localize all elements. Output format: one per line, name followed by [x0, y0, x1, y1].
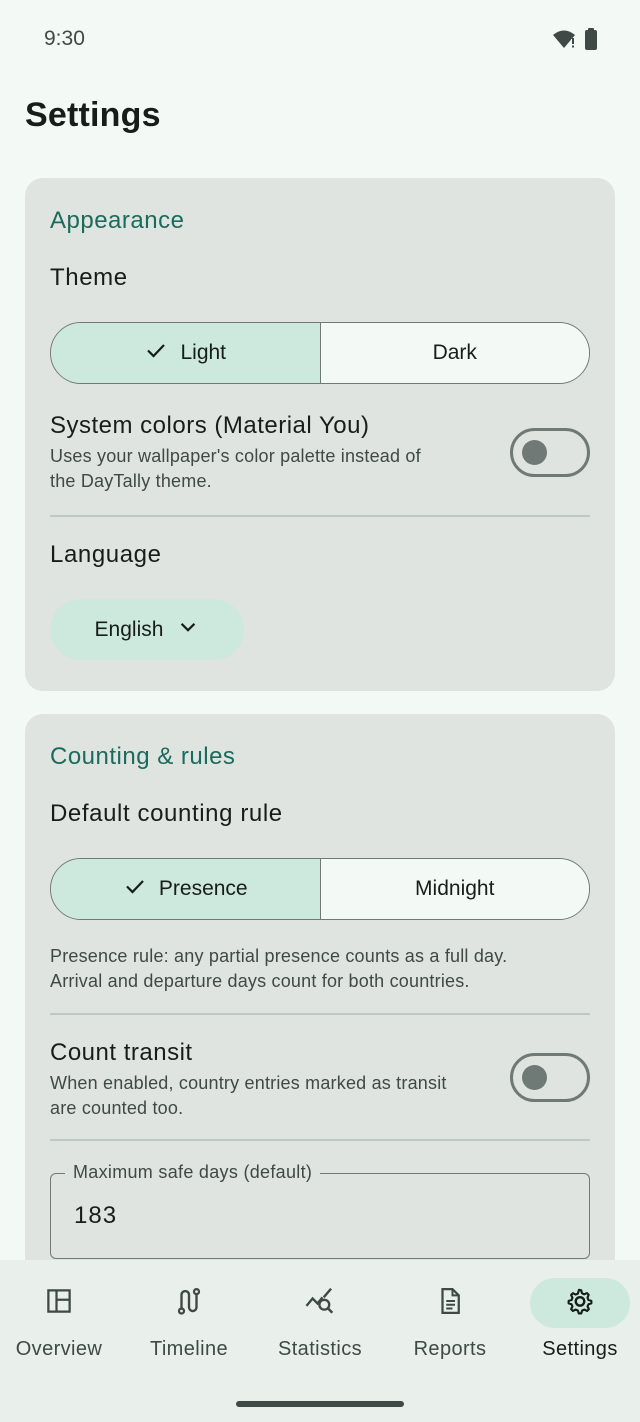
nav-settings[interactable]: Settings — [515, 1278, 640, 1378]
counting-card: Counting & rules Default counting rule P… — [25, 714, 615, 1334]
status-bar: 9:30 — [0, 0, 640, 78]
nav-overview[interactable]: Overview — [0, 1278, 124, 1378]
count-transit-toggle[interactable] — [510, 1053, 590, 1102]
rule-presence-option[interactable]: Presence — [51, 859, 321, 919]
counting-section-title: Counting & rules — [50, 743, 236, 770]
check-icon — [123, 874, 147, 904]
language-dropdown[interactable]: English — [50, 599, 244, 660]
nav-reports[interactable]: Reports — [385, 1278, 515, 1378]
route-icon — [174, 1286, 204, 1321]
appearance-section-title: Appearance — [50, 207, 185, 234]
rule-presence-label: Presence — [158, 877, 248, 900]
divider — [50, 1139, 590, 1141]
theme-light-label: Light — [180, 341, 227, 364]
nav-statistics[interactable]: Statistics — [255, 1278, 385, 1378]
count-transit-subtitle: When enabled, country entries marked as … — [50, 1073, 447, 1118]
count-transit-title: Count transit — [50, 1039, 193, 1066]
gear-icon — [565, 1286, 595, 1321]
check-icon — [144, 338, 168, 368]
counting-rule-segmented-control: Presence Midnight — [50, 858, 590, 920]
system-colors-subtitle: Uses your wallpaper's color palette inst… — [50, 446, 421, 491]
system-colors-title: System colors (Material You) — [50, 412, 370, 439]
rule-midnight-label: Midnight — [415, 877, 495, 900]
theme-dark-label: Dark — [432, 341, 477, 364]
nav-timeline[interactable]: Timeline — [124, 1278, 254, 1378]
rule-description: Presence rule: any partial presence coun… — [50, 946, 508, 991]
theme-dark-option[interactable]: Dark — [320, 323, 589, 383]
language-label: Language — [50, 541, 162, 568]
document-icon — [435, 1286, 465, 1321]
wifi-icon — [552, 29, 576, 54]
max-safe-days-field[interactable]: Maximum safe days (default) 183 — [50, 1162, 590, 1259]
theme-label: Theme — [50, 264, 128, 291]
dashboard-icon — [44, 1286, 74, 1321]
language-value: English — [94, 617, 164, 641]
battery-icon — [584, 28, 598, 55]
page-title: Settings — [25, 96, 161, 134]
max-safe-days-value: 183 — [74, 1202, 118, 1229]
status-time: 9:30 — [44, 27, 85, 50]
divider — [50, 515, 590, 517]
chevron-down-icon — [177, 616, 199, 644]
system-colors-row: System colors (Material You) Uses your w… — [50, 412, 500, 494]
max-safe-days-label: Maximum safe days (default) — [65, 1162, 321, 1183]
query-stats-icon — [304, 1286, 336, 1321]
count-transit-row: Count transit When enabled, country entr… — [50, 1039, 510, 1121]
counting-rule-label: Default counting rule — [50, 800, 283, 827]
system-colors-toggle[interactable] — [510, 428, 590, 477]
bottom-nav: Overview Timeline Statistics Reports Set… — [0, 1260, 640, 1422]
rule-midnight-option[interactable]: Midnight — [320, 859, 589, 919]
divider — [50, 1013, 590, 1015]
theme-light-option[interactable]: Light — [51, 323, 321, 383]
home-indicator[interactable] — [236, 1401, 404, 1407]
appearance-card: Appearance Theme Light Dark System color… — [25, 178, 615, 691]
theme-segmented-control: Light Dark — [50, 322, 590, 384]
